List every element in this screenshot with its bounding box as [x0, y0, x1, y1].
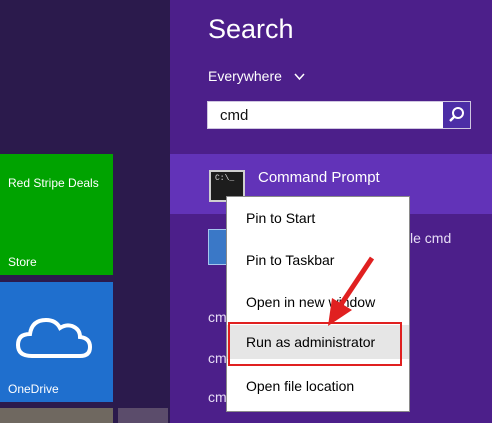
menu-item-open-file-location[interactable]: Open file location — [227, 369, 409, 403]
store-tile[interactable]: Red Stripe Deals Store — [0, 154, 113, 275]
cloud-icon — [15, 317, 93, 358]
search-scope-dropdown[interactable]: Everywhere — [208, 68, 305, 84]
onedrive-tile-label: OneDrive — [8, 382, 59, 396]
search-result-title[interactable]: le cmd — [410, 230, 451, 246]
photo-tile[interactable] — [0, 408, 113, 423]
search-result-partial[interactable]: cm — [208, 350, 227, 366]
onedrive-tile[interactable]: OneDrive — [0, 282, 113, 402]
store-tile-label: Store — [8, 255, 37, 269]
search-result-partial[interactable]: cm — [208, 389, 227, 405]
search-icon — [449, 107, 464, 122]
search-result-title[interactable]: Command Prompt — [258, 169, 380, 186]
search-box — [207, 101, 471, 129]
search-title: Search — [208, 14, 294, 44]
search-button[interactable] — [443, 102, 470, 128]
annotation-arrow-icon — [328, 256, 375, 326]
store-tile-title: Red Stripe Deals — [8, 176, 99, 190]
chevron-down-icon — [294, 68, 305, 84]
context-menu: Pin to Start Pin to Taskbar Open in new … — [226, 196, 410, 412]
search-result-partial[interactable]: cm — [208, 309, 227, 325]
search-input[interactable] — [208, 102, 442, 128]
menu-item-pin-to-start[interactable]: Pin to Start — [227, 201, 409, 235]
search-scope-label: Everywhere — [208, 68, 282, 84]
menu-item-open-new-window[interactable]: Open in new window — [227, 285, 409, 319]
tile[interactable] — [118, 408, 168, 423]
menu-item-pin-to-taskbar[interactable]: Pin to Taskbar — [227, 243, 409, 277]
